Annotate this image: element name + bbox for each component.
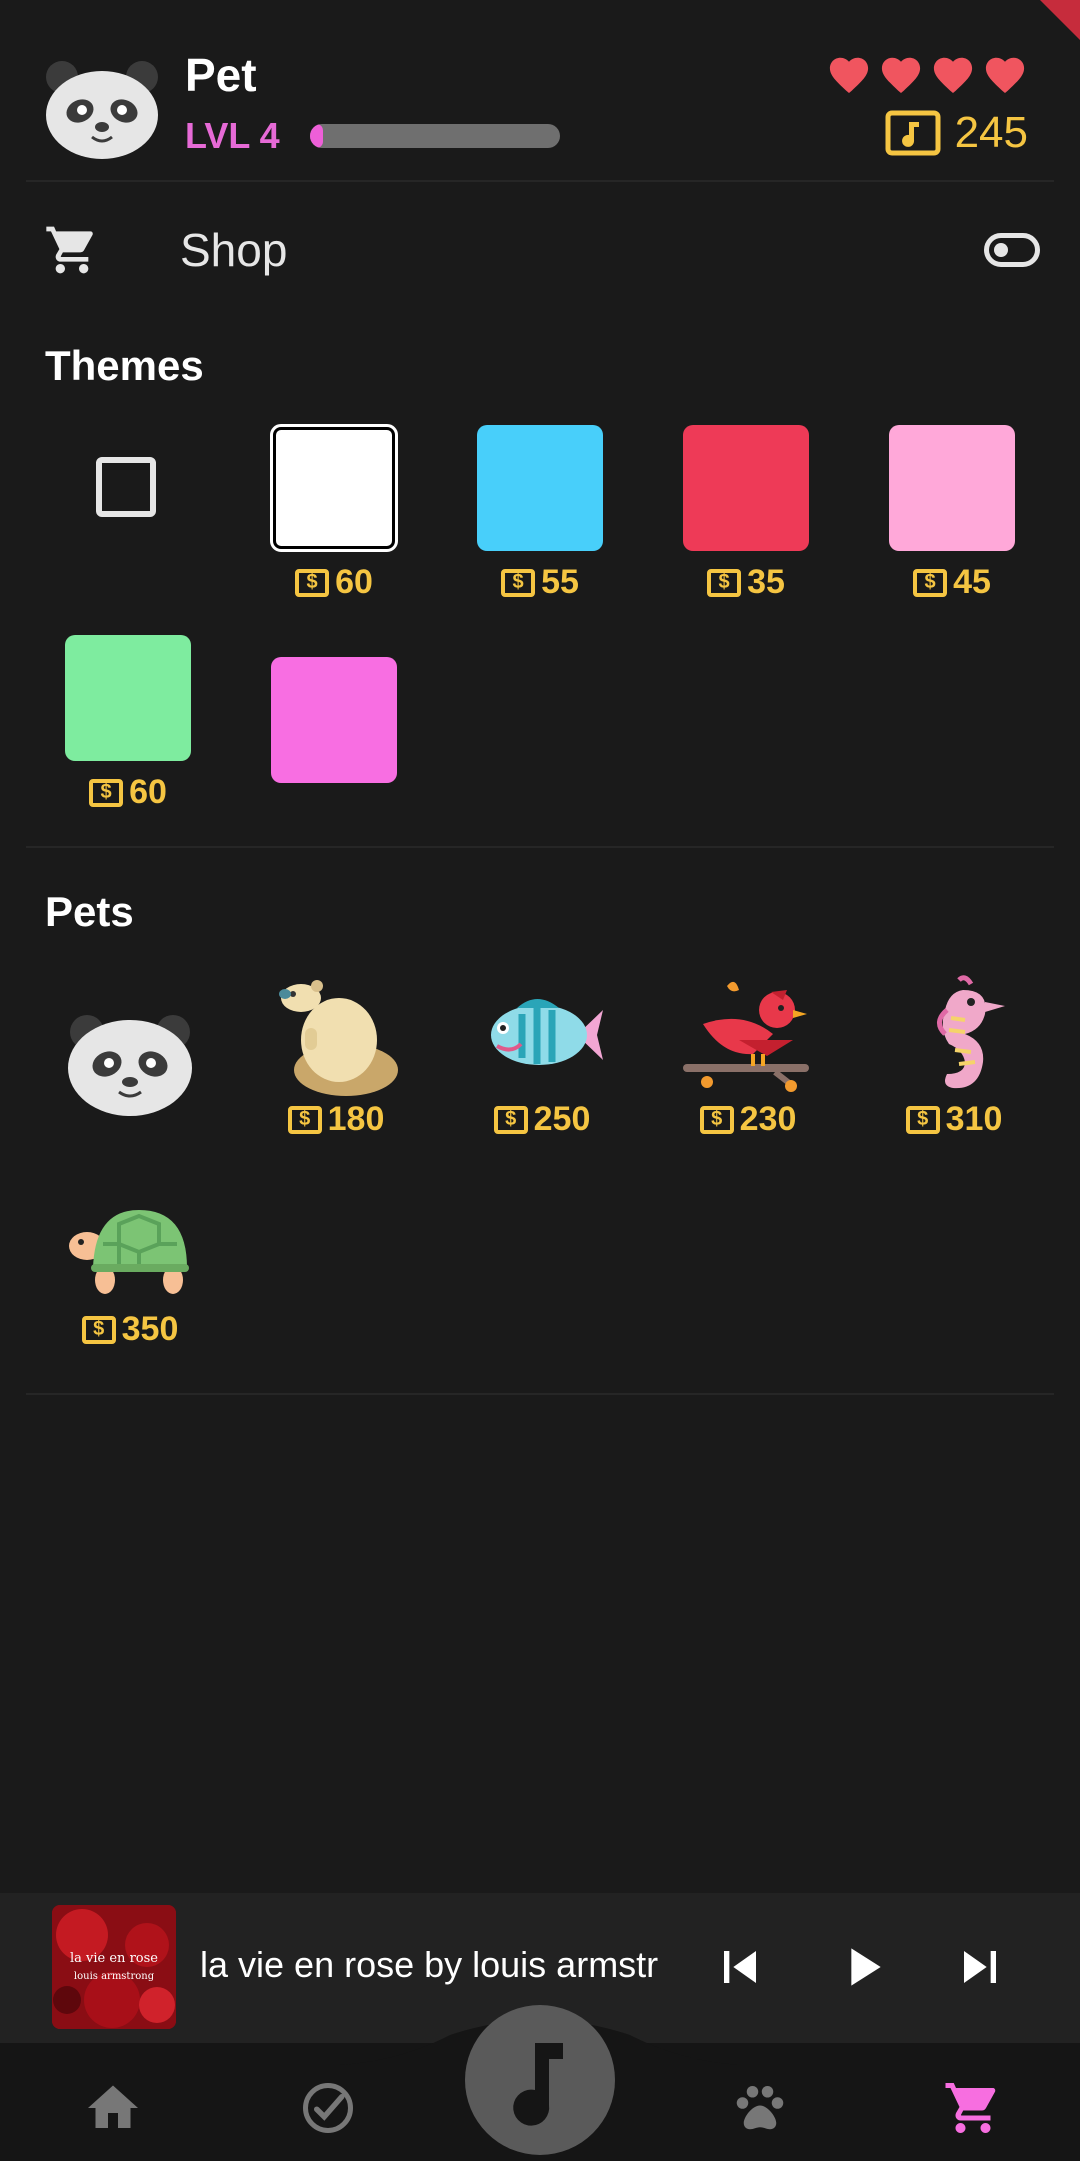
pet-item[interactable]: $310 xyxy=(889,970,1019,1139)
price-value: 55 xyxy=(541,563,579,601)
panda-icon xyxy=(65,992,195,1122)
dollar-icon: $ xyxy=(287,1105,322,1134)
theme-swatch xyxy=(65,635,191,761)
capybara-icon xyxy=(271,970,401,1100)
pet-price: $350 xyxy=(65,1310,195,1349)
price-value: 60 xyxy=(129,773,167,811)
pet-price: $230 xyxy=(683,1100,813,1139)
xp-progress-bar xyxy=(310,124,560,148)
pet-price: $250 xyxy=(477,1100,607,1139)
price-value: 310 xyxy=(945,1100,1003,1138)
divider xyxy=(26,846,1054,848)
corner-ribbon xyxy=(1040,0,1080,40)
bird-icon xyxy=(683,970,813,1100)
empty-theme-icon xyxy=(96,457,156,517)
music-note-icon xyxy=(513,2043,563,2126)
price-value: 250 xyxy=(533,1100,591,1138)
shop-title: Shop xyxy=(180,224,288,276)
now-playing-text: la vie en rose by louis armstr xyxy=(200,1944,659,1985)
pet-price: $310 xyxy=(889,1100,1019,1139)
pet-name: Pet xyxy=(185,49,257,101)
level-label: LVL 4 xyxy=(185,115,280,156)
album-title: la vie en rose xyxy=(70,1951,158,1966)
music-fab-button[interactable] xyxy=(465,2005,615,2155)
themes-title: Themes xyxy=(45,342,204,389)
price-value: 35 xyxy=(747,563,785,601)
album-artist: louis armstrong xyxy=(73,1971,155,1982)
dollar-icon: $ xyxy=(699,1105,734,1134)
theme-price: $60 xyxy=(65,773,191,812)
price-value: 180 xyxy=(327,1100,385,1138)
theme-item[interactable]: $60 xyxy=(270,424,398,602)
theme-item[interactable]: $60 xyxy=(65,635,191,812)
theme-item[interactable]: $45 xyxy=(889,425,1015,602)
theme-swatch xyxy=(889,425,1015,551)
dollar-icon: $ xyxy=(913,568,948,597)
heart-icon xyxy=(829,57,869,94)
pet-item[interactable] xyxy=(65,992,195,1122)
theme-item[interactable] xyxy=(271,657,397,783)
theme-price: $60 xyxy=(271,563,397,602)
home-icon[interactable] xyxy=(83,2078,143,2138)
dollar-icon: $ xyxy=(295,568,330,597)
coins-display: 245 xyxy=(885,108,1028,158)
divider xyxy=(26,1393,1054,1395)
music-coin-icon xyxy=(885,110,941,156)
fish-icon xyxy=(477,970,607,1100)
pet-item[interactable]: $230 xyxy=(683,970,813,1139)
heart-icon xyxy=(881,57,921,94)
seahorse-icon xyxy=(889,970,1019,1100)
theme-swatch xyxy=(271,657,397,783)
dollar-icon: $ xyxy=(707,568,742,597)
pets-title: Pets xyxy=(45,888,134,935)
coins-value: 245 xyxy=(954,108,1028,157)
cart-icon[interactable] xyxy=(44,222,100,278)
toggle-knob xyxy=(994,243,1008,257)
pet-item[interactable]: $180 xyxy=(271,970,401,1139)
theme-swatch xyxy=(683,425,809,551)
dollar-icon: $ xyxy=(501,568,536,597)
xp-progress-fill xyxy=(310,124,323,148)
pet-item[interactable]: $350 xyxy=(65,1180,195,1349)
theme-price: $35 xyxy=(683,563,809,602)
heart-icon xyxy=(985,57,1025,94)
theme-item[interactable]: $55 xyxy=(477,425,603,602)
price-value: 350 xyxy=(121,1310,179,1348)
divider xyxy=(26,180,1054,182)
dollar-icon: $ xyxy=(89,778,124,807)
turtle-icon xyxy=(65,1180,195,1310)
album-art[interactable]: la vie en rose louis armstrong xyxy=(52,1905,176,2029)
skip-next-icon[interactable] xyxy=(948,1935,1012,1999)
dollar-icon: $ xyxy=(493,1105,528,1134)
toggle-switch[interactable] xyxy=(984,233,1040,267)
paw-icon[interactable] xyxy=(730,2078,790,2138)
check-circle-icon[interactable] xyxy=(298,2078,358,2138)
price-value: 45 xyxy=(953,563,991,601)
panda-avatar-icon[interactable] xyxy=(44,55,160,160)
price-value: 60 xyxy=(335,563,373,601)
play-icon[interactable] xyxy=(830,1935,894,1999)
theme-price: $55 xyxy=(477,563,603,602)
pet-price: $180 xyxy=(271,1100,401,1139)
dollar-icon: $ xyxy=(905,1105,940,1134)
theme-swatch xyxy=(477,425,603,551)
cart-icon[interactable] xyxy=(943,2078,1003,2138)
price-value: 230 xyxy=(739,1100,797,1138)
heart-icon xyxy=(933,57,973,94)
dollar-icon: $ xyxy=(81,1315,116,1344)
theme-price: $45 xyxy=(889,563,1015,602)
theme-item[interactable] xyxy=(65,447,191,517)
theme-item[interactable]: $35 xyxy=(683,425,809,602)
skip-previous-icon[interactable] xyxy=(708,1935,772,1999)
hearts-row xyxy=(826,52,1028,94)
theme-swatch xyxy=(270,424,398,552)
pet-item[interactable]: $250 xyxy=(477,970,607,1139)
